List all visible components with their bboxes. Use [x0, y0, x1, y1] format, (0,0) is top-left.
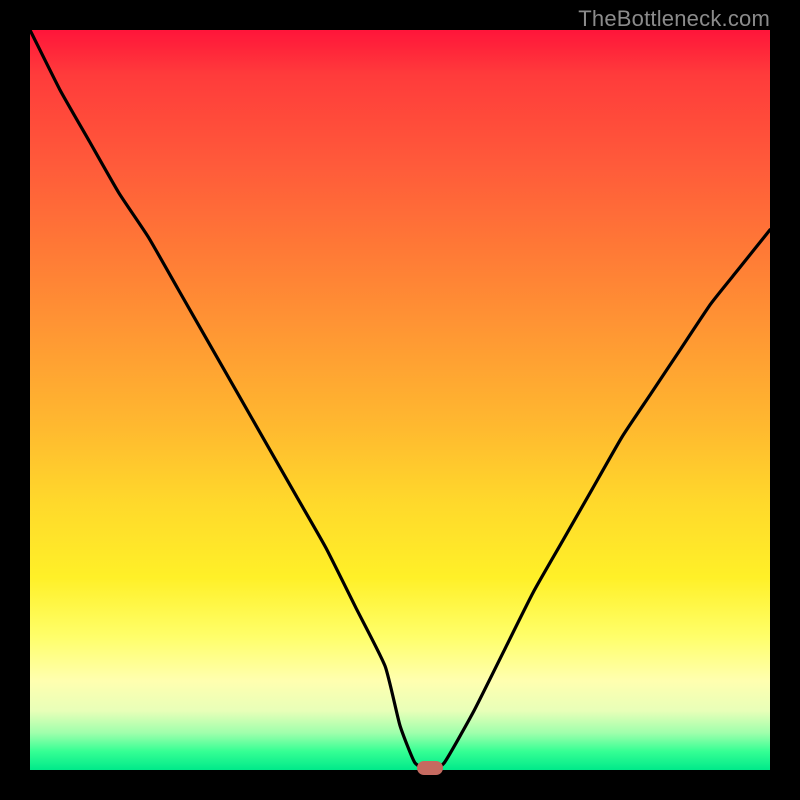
trough-marker [417, 761, 443, 775]
chart-stage: TheBottleneck.com [0, 0, 800, 800]
watermark-label: TheBottleneck.com [578, 6, 770, 32]
curve-layer [30, 30, 770, 770]
bottleneck-curve [30, 30, 770, 770]
plot-area [30, 30, 770, 770]
